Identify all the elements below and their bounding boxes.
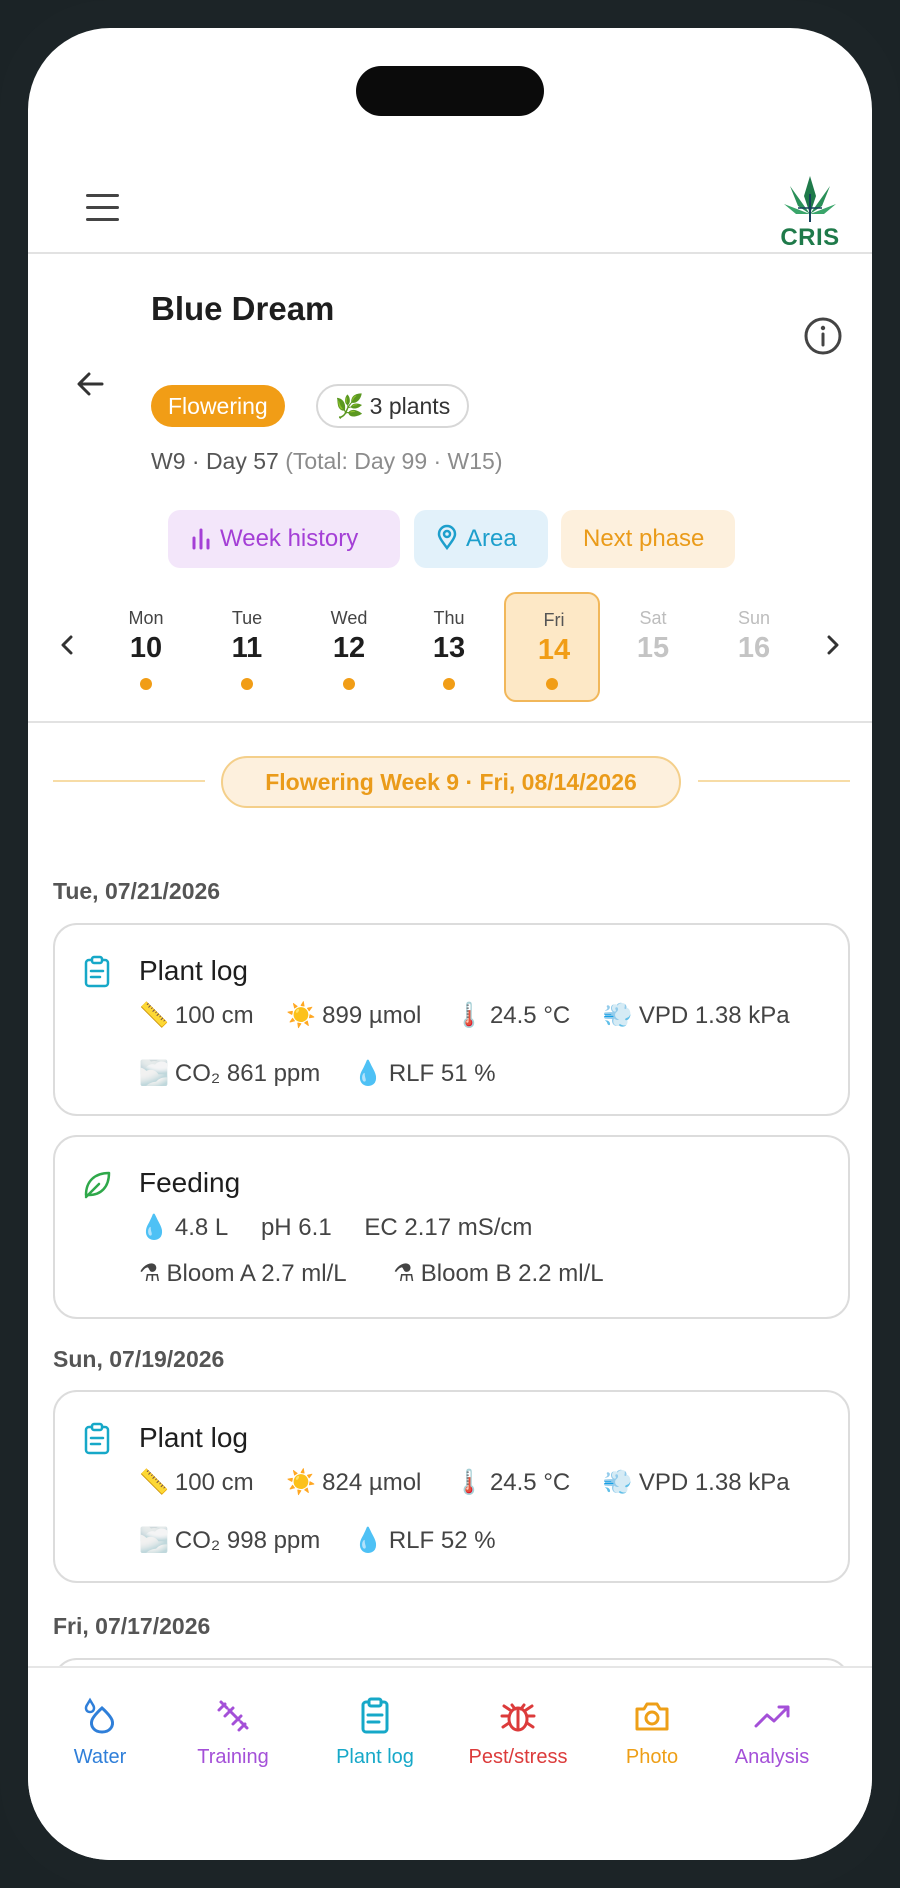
day-fri-selected[interactable]: Fri 14: [504, 592, 600, 702]
total-days: (Total: Day 99 · W15): [285, 448, 503, 474]
camera-notch: [356, 66, 544, 116]
droplet-icon: 💧: [352, 1527, 383, 1554]
ruler-icon: 📏: [139, 1002, 169, 1029]
info-icon[interactable]: [802, 315, 844, 357]
leaf-outline-icon: [84, 1171, 111, 1199]
droplet-icon: 💧: [352, 1060, 383, 1087]
clipboard-icon: [84, 955, 110, 988]
fog-icon: 🌫️: [139, 1060, 169, 1087]
week-day: W9 · Day 57: [151, 448, 279, 474]
entry-dot: [546, 678, 558, 690]
plant-count-chip: 🌿 3 plants: [316, 384, 470, 428]
day-tue[interactable]: Tue 11: [199, 592, 295, 702]
week-history-label: Week history: [220, 525, 359, 552]
nav-plant-log[interactable]: Plant log: [320, 1696, 430, 1769]
week-banner: Flowering Week 9 · Fri, 08/14/2026: [221, 756, 681, 808]
day-sat[interactable]: Sat 15: [605, 592, 701, 702]
area-label: Area: [466, 525, 517, 552]
banner-line-left: [53, 780, 205, 782]
week-day-info: W9 · Day 57 (Total: Day 99 · W15): [151, 448, 503, 475]
log-metrics-row-2: 🌫️ CO₂ 861 ppm 💧 RLF 51 %: [139, 1060, 496, 1087]
thermometer-icon: 🌡️: [454, 1469, 484, 1496]
area-button[interactable]: Area: [414, 510, 548, 568]
entry-dot: [443, 678, 455, 690]
wind-icon: 💨: [602, 1469, 633, 1496]
training-icon: [217, 1700, 249, 1732]
date-header: Tue, 07/21/2026: [53, 878, 221, 904]
plant-title: Blue Dream: [151, 290, 335, 327]
plant-count: 3 plants: [369, 393, 451, 419]
ruler-icon: 📏: [139, 1469, 169, 1496]
clipboard-icon: [84, 1422, 110, 1455]
card-title: Feeding: [139, 1167, 241, 1198]
feeding-metrics-row: 💧 4.8 L pH 6.1 EC 2.17 mS/cm: [139, 1214, 533, 1241]
droplet-icon: 💧: [139, 1214, 169, 1241]
entry-dot: [343, 678, 355, 690]
log-metrics-row: 📏 100 cm ☀️ 824 µmol 🌡️ 24.5 °C 💨 VPD 1.38 k…: [139, 1469, 790, 1496]
thermometer-icon: 🌡️: [454, 1002, 484, 1029]
banner-line-right: [698, 780, 850, 782]
log-metrics-row-2: 🌫️ CO₂ 998 ppm 💧 RLF 52 %: [139, 1527, 496, 1554]
chevron-right-icon[interactable]: [820, 630, 844, 660]
nav-training[interactable]: Training: [178, 1696, 288, 1769]
camera-icon: [635, 1702, 669, 1731]
entry-dot: [140, 678, 152, 690]
leaf-icon: 🌿: [335, 393, 364, 419]
next-phase-button[interactable]: Next phase: [561, 510, 735, 568]
chevron-left-icon[interactable]: [56, 630, 80, 660]
nutrients-row: ⚗ Bloom A 2.7 ml/L ⚗ Bloom B 2.2 ml/L: [139, 1260, 604, 1287]
app-bar: CRIS: [28, 128, 872, 254]
nav-analysis[interactable]: Analysis: [722, 1696, 822, 1769]
cannabis-leaf-icon: [784, 176, 836, 222]
trend-up-icon: [754, 1705, 790, 1728]
clipboard-icon: [361, 1697, 389, 1734]
feeding-card[interactable]: Feeding 💧 4.8 L pH 6.1 EC 2.17 mS/cm ⚗ Blo…: [53, 1135, 850, 1319]
screen: CRIS Blue Dream Flowering 🌿 3 plants W9 ·…: [28, 28, 872, 1860]
day-wed[interactable]: Wed 12: [301, 592, 397, 702]
nav-water[interactable]: Water: [58, 1696, 142, 1769]
day-sun[interactable]: Sun 16: [706, 592, 802, 702]
sun-icon: ☀️: [286, 1002, 317, 1029]
entry-dot: [241, 678, 253, 690]
flask-icon: ⚗: [393, 1260, 415, 1287]
week-history-button[interactable]: Week history: [168, 510, 400, 568]
device-frame: CRIS Blue Dream Flowering 🌿 3 plants W9 ·…: [0, 0, 900, 1888]
day-mon[interactable]: Mon 10: [98, 592, 194, 702]
water-drops-icon: [84, 1697, 114, 1734]
log-metrics-row: 📏 100 cm ☀️ 899 µmol 🌡️ 24.5 °C 💨 VPD 1.38 k…: [139, 1002, 790, 1029]
plant-log-card[interactable]: Plant log 📏 100 cm ☀️ 824 µmol 🌡️ 24.5 °C 💨…: [53, 1390, 850, 1583]
date-header: Fri, 07/17/2026: [53, 1613, 211, 1639]
card-title: Plant log: [139, 1422, 248, 1453]
bug-icon: [500, 1703, 536, 1732]
divider: [28, 721, 872, 723]
bottom-navigation: Water Training Plant log Pest/stress Pho…: [28, 1666, 872, 1860]
wind-icon: 💨: [602, 1002, 633, 1029]
hamburger-menu-icon[interactable]: [86, 194, 120, 222]
nav-pest-stress[interactable]: Pest/stress: [458, 1696, 578, 1769]
date-header: Sun, 07/19/2026: [53, 1346, 225, 1372]
location-pin-icon: [437, 524, 457, 551]
fog-icon: 🌫️: [139, 1527, 169, 1554]
brand-logo: CRIS: [780, 174, 840, 254]
next-phase-label: Next phase: [583, 525, 705, 552]
day-thu[interactable]: Thu 13: [401, 592, 497, 702]
plant-log-card[interactable]: Plant log 📏 100 cm ☀️ 899 µmol 🌡️ 24.5 °C 💨…: [53, 923, 850, 1116]
nav-photo[interactable]: Photo: [612, 1696, 692, 1769]
flask-icon: ⚗: [139, 1260, 161, 1287]
back-arrow-icon[interactable]: [72, 366, 108, 402]
bar-chart-icon: [192, 528, 210, 550]
brand-name: CRIS: [780, 224, 840, 251]
phase-badge: Flowering: [151, 385, 285, 427]
sun-icon: ☀️: [286, 1469, 317, 1496]
card-title: Plant log: [139, 955, 248, 986]
